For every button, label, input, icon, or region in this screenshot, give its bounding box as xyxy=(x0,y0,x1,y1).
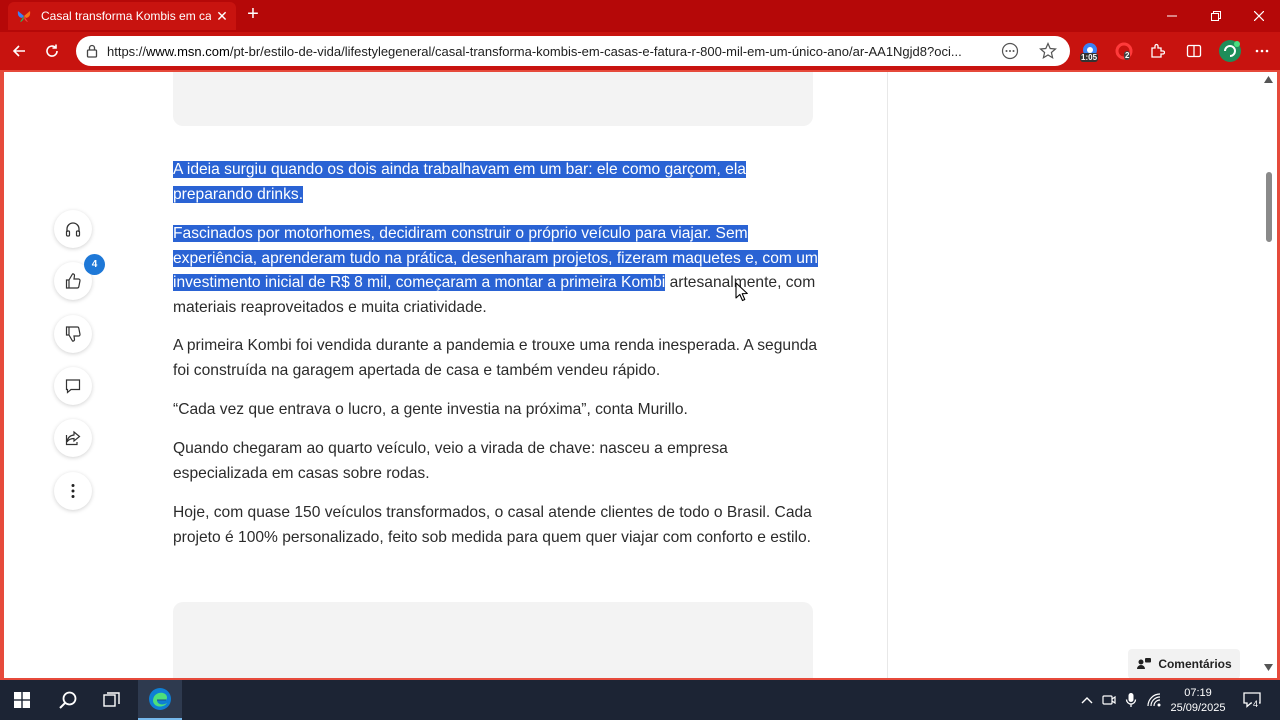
clock-date: 25/09/2025 xyxy=(1170,702,1226,714)
url-domain: www.msn.com xyxy=(146,44,230,59)
start-button[interactable] xyxy=(0,680,44,720)
article-paragraph-2: Fascinados por motorhomes, decidiram con… xyxy=(173,222,823,320)
url-prefix: https:// xyxy=(107,44,147,59)
page-viewport: A ideia surgiu quando os dois ainda trab… xyxy=(4,72,1260,678)
headphones-icon xyxy=(65,222,81,237)
windows-logo-icon xyxy=(14,692,30,708)
scroll-up-arrow-icon[interactable] xyxy=(1264,76,1273,83)
taskbar-edge-app[interactable] xyxy=(138,680,182,720)
scroll-thumb[interactable] xyxy=(1266,172,1272,242)
listen-button[interactable] xyxy=(54,210,92,248)
clock-time: 07:19 xyxy=(1184,687,1212,699)
article-paragraph-5: Quando chegaram ao quarto veículo, veio … xyxy=(173,440,728,482)
close-window-icon[interactable] xyxy=(1237,0,1280,32)
scroll-down-arrow-icon[interactable] xyxy=(1264,664,1273,671)
article-paragraph-1: A ideia surgiu quando os dois ainda trab… xyxy=(173,158,823,207)
system-clock[interactable]: 07:19 25/09/2025 xyxy=(1164,686,1232,716)
extension-timer-icon[interactable]: 1:05 xyxy=(1080,41,1100,62)
url-text[interactable]: https://www.msn.com/pt-br/estilo-de-vida… xyxy=(107,44,987,59)
network-icon[interactable] xyxy=(1146,691,1164,709)
comment-icon xyxy=(65,379,81,394)
lock-icon[interactable] xyxy=(85,44,99,58)
extension-badge: 2 xyxy=(1124,51,1131,60)
profile-avatar-icon[interactable] xyxy=(1218,39,1242,63)
tab-title: Casal transforma Kombis em casas xyxy=(41,9,211,23)
more-vertical-icon xyxy=(71,484,75,498)
comments-button[interactable]: Comentários xyxy=(1128,649,1240,678)
meet-now-icon[interactable] xyxy=(1100,691,1118,709)
selected-text: A ideia surgiu quando os dois ainda trab… xyxy=(173,161,746,203)
notifications-button[interactable]: 4 xyxy=(1241,691,1263,709)
extension-timer-badge: 1:05 xyxy=(1080,53,1099,62)
more-actions-button[interactable] xyxy=(54,472,92,510)
like-count-badge: 4 xyxy=(84,254,105,275)
article-paragraph-6: Hoje, com quase 150 veículos transformad… xyxy=(173,504,812,546)
extension-opera-icon[interactable]: 2 xyxy=(1114,41,1134,61)
show-hidden-icons-icon[interactable] xyxy=(1078,691,1096,709)
share-button[interactable] xyxy=(54,419,92,457)
more-options-icon[interactable] xyxy=(1001,42,1019,60)
task-view-icon xyxy=(103,692,120,707)
favorite-star-icon[interactable] xyxy=(1039,42,1057,60)
share-icon xyxy=(65,430,81,446)
search-button[interactable] xyxy=(46,680,90,720)
new-tab-icon[interactable]: + xyxy=(242,4,264,26)
tab-close-icon[interactable]: ✕ xyxy=(213,7,231,25)
edge-browser-icon xyxy=(149,688,171,710)
back-icon[interactable] xyxy=(9,41,29,61)
thumbs-up-icon xyxy=(65,273,81,289)
dislike-button[interactable] xyxy=(54,315,92,353)
comment-button[interactable] xyxy=(54,367,92,405)
thumbs-down-icon xyxy=(65,326,81,342)
browser-toolbar: https://www.msn.com/pt-br/estilo-de-vida… xyxy=(0,32,1280,70)
refresh-icon[interactable] xyxy=(42,41,62,61)
split-screen-icon[interactable] xyxy=(1184,41,1204,61)
restore-icon[interactable] xyxy=(1194,0,1238,32)
extensions-puzzle-icon[interactable] xyxy=(1147,41,1167,61)
page-scrollbar[interactable] xyxy=(1260,72,1277,678)
address-bar[interactable]: https://www.msn.com/pt-br/estilo-de-vida… xyxy=(76,36,1070,66)
minimize-icon[interactable] xyxy=(1150,0,1194,32)
media-placeholder-bottom xyxy=(173,602,813,678)
title-bar: Casal transforma Kombis em casas ✕ + xyxy=(0,0,1280,32)
right-column-divider xyxy=(887,72,888,678)
article-paragraph-3: A primeira Kombi foi vendida durante a p… xyxy=(173,337,818,379)
msn-butterfly-icon xyxy=(17,11,31,22)
task-view-button[interactable] xyxy=(90,680,134,720)
mouse-cursor-icon xyxy=(735,282,748,302)
search-icon xyxy=(59,691,77,709)
windows-taskbar: 07:19 25/09/2025 4 xyxy=(0,680,1280,720)
comments-label: Comentários xyxy=(1158,657,1232,671)
url-path: /pt-br/estilo-de-vida/lifestylegeneral/c… xyxy=(229,44,962,59)
notification-count: 4 xyxy=(1252,699,1260,709)
browser-menu-icon[interactable] xyxy=(1252,41,1272,61)
browser-tab[interactable]: Casal transforma Kombis em casas ✕ xyxy=(8,2,236,30)
article-paragraph-4: “Cada vez que entrava o lucro, a gente i… xyxy=(173,401,688,418)
microphone-icon[interactable] xyxy=(1122,691,1140,709)
media-placeholder-top xyxy=(173,72,813,126)
people-chat-icon xyxy=(1137,658,1152,669)
